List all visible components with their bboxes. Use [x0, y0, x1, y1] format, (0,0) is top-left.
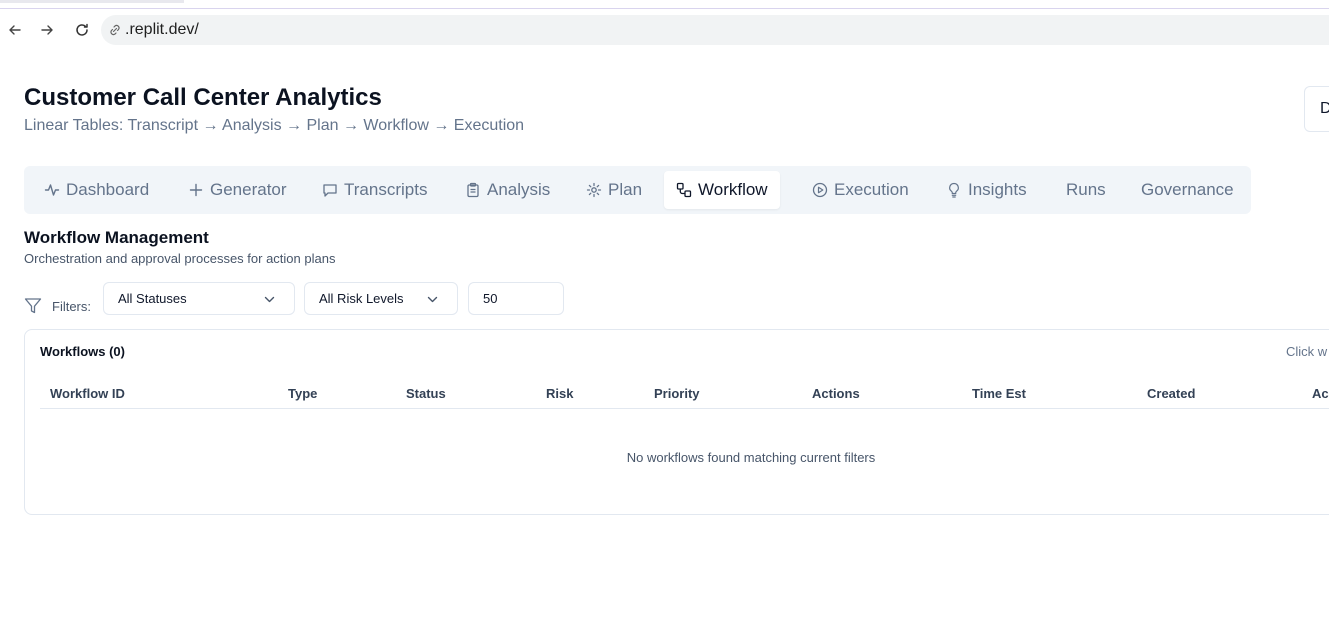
- tab-label: Runs: [1066, 180, 1106, 199]
- column-header[interactable]: Created: [1147, 386, 1195, 401]
- clipboard-icon: [465, 182, 481, 198]
- tab-label: Analysis: [487, 180, 551, 199]
- tab-governance[interactable]: Governance: [1129, 171, 1246, 209]
- tab-label: Plan: [608, 180, 643, 199]
- tab-generator[interactable]: Generator: [176, 171, 299, 209]
- limit-input[interactable]: [468, 282, 564, 315]
- risk-select-value: All Risk Levels: [319, 291, 404, 306]
- status-select[interactable]: All Statuses: [103, 282, 295, 315]
- tab-plan[interactable]: Plan: [574, 171, 654, 209]
- tab-insights[interactable]: Insights: [934, 171, 1039, 209]
- section-subtitle: Orchestration and approval processes for…: [24, 251, 336, 266]
- tab-dashboard[interactable]: Dashboard: [32, 171, 161, 209]
- message-square-icon: [322, 182, 338, 198]
- play-circle-icon: [812, 182, 828, 198]
- plus-icon: [188, 182, 204, 198]
- tab-workflow[interactable]: Workflow: [664, 171, 780, 209]
- column-header[interactable]: Risk: [546, 386, 573, 401]
- tab-label: Governance: [1141, 180, 1234, 199]
- workflow-icon: [676, 182, 692, 198]
- link-icon: [107, 22, 123, 38]
- arrow-left-icon: [9, 25, 21, 35]
- forward-button[interactable]: [37, 20, 57, 40]
- column-header[interactable]: Ac: [1312, 386, 1329, 401]
- table-header: Workflow ID Type Status Risk Priority Ac…: [40, 382, 1329, 409]
- page-subtitle: Linear Tables: Transcript → Analysis → P…: [24, 117, 525, 134]
- active-tab-indicator: [0, 0, 184, 3]
- browser-tab-strip: [0, 0, 1329, 9]
- gear-icon: [586, 182, 602, 198]
- card-title: Workflows (0): [40, 344, 125, 359]
- tab-label: Dashboard: [66, 180, 150, 199]
- workflows-card: Workflows (0) Click w Workflow ID Type S…: [24, 329, 1329, 515]
- card-hint: Click w: [1286, 344, 1328, 359]
- tab-label: Transcripts: [344, 180, 428, 199]
- url-text: .replit.dev/: [125, 21, 199, 38]
- column-header[interactable]: Status: [406, 386, 446, 401]
- tab-transcripts[interactable]: Transcripts: [310, 171, 439, 209]
- section-title: Workflow Management: [24, 228, 209, 247]
- column-header[interactable]: Actions: [812, 386, 860, 401]
- back-button[interactable]: [5, 20, 25, 40]
- tab-runs[interactable]: Runs: [1054, 171, 1118, 209]
- arrow-right-icon: [41, 25, 53, 35]
- reload-button[interactable]: [72, 20, 92, 40]
- reload-icon: [76, 23, 88, 36]
- lightbulb-icon: [946, 182, 962, 198]
- column-header[interactable]: Workflow ID: [50, 386, 125, 401]
- tab-label: Generator: [210, 180, 287, 199]
- activity-icon: [44, 182, 60, 198]
- column-header[interactable]: Priority: [654, 386, 700, 401]
- filters-label: Filters:: [52, 299, 91, 314]
- tab-analysis[interactable]: Analysis: [453, 171, 562, 209]
- chevron-down-icon: [264, 296, 275, 303]
- column-header[interactable]: Time Est: [972, 386, 1026, 401]
- tab-label: Insights: [968, 180, 1027, 199]
- tab-label: Workflow: [698, 180, 768, 199]
- filter-icon: [24, 298, 42, 314]
- address-bar[interactable]: .replit.dev/: [101, 15, 1329, 45]
- status-select-value: All Statuses: [118, 291, 187, 306]
- tab-list: Dashboard Generator Transcripts Analysis…: [24, 166, 1251, 214]
- chevron-down-icon: [427, 296, 438, 303]
- risk-select[interactable]: All Risk Levels: [304, 282, 458, 315]
- tab-execution[interactable]: Execution: [800, 171, 921, 209]
- empty-state-message: No workflows found matching current filt…: [626, 450, 876, 465]
- column-header[interactable]: Type: [288, 386, 317, 401]
- page-title: Customer Call Center Analytics: [24, 84, 382, 111]
- header-action-label: D: [1320, 100, 1329, 117]
- tab-label: Execution: [834, 180, 909, 199]
- header-action-button[interactable]: D: [1304, 86, 1329, 132]
- browser-toolbar: .replit.dev/: [0, 10, 1329, 50]
